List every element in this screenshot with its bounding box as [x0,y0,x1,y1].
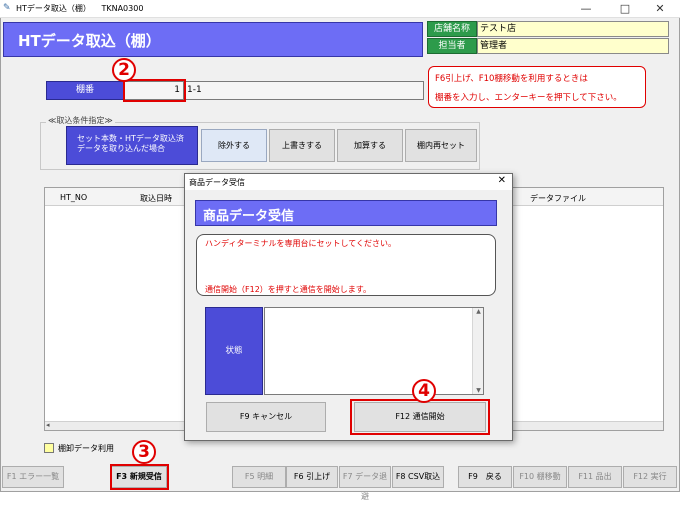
annotation-circle-2: 2 [112,58,136,82]
status-scrollbar[interactable]: ▲ ▼ [472,308,483,394]
title-bar: ✎ HTデータ取込（棚） TKNA0300 — □ ✕ [0,0,680,18]
exclude-button[interactable]: 除外する [201,129,267,162]
annotation-circle-3: 3 [132,440,156,464]
dialog-close-button[interactable]: ✕ [498,175,506,186]
f9-back-button[interactable]: F9 戻る [458,466,512,488]
staff-value: 管理者 [477,38,669,54]
screen-code: TKNA0300 [101,4,144,13]
annotation-circle-4: 4 [412,379,436,403]
annotation-box-4 [350,399,490,435]
conditions-note: セット本数・HTデータ取込済 データを取り込んだ場合 [66,126,198,165]
dialog-cancel-button[interactable]: F9 キャンセル [206,402,326,432]
dialog-heading: 商品データ受信 [195,200,497,226]
staff-label: 担当者 [427,38,477,54]
annotation-box-2 [123,79,186,102]
scroll-left-icon[interactable]: ◂ [46,421,50,430]
page-title: HTデータ取込（棚） [18,32,161,50]
conditions-note-line-2: データを取り込んだ場合 [77,144,165,153]
use-inventory-checkbox[interactable] [44,443,54,453]
page-header: HTデータ取込（棚） [3,22,423,57]
conditions-note-line-1: セット本数・HTデータ取込済 [77,134,184,143]
conditions-legend: ≪取込条件指定≫ [46,115,115,126]
f7-data-save-button[interactable]: F7 データ退避 [339,466,391,501]
dialog-message-2: 通信開始（F12）を押すと通信を開始します。 [205,285,371,294]
notice-box: F6引上げ、F10棚移動を利用するときは 棚番を入力し、エンターキーを押下して下… [428,66,646,108]
annotation-box-3 [110,464,169,490]
shelf-name-field: 1-1 [184,81,424,100]
window-title: HTデータ取込（棚） TKNA0300 [16,3,143,14]
f12-execute-button[interactable]: F12 実行 [623,466,677,488]
notice-line-2: 棚番を入力し、エンターキーを押下して下さい。 [435,93,622,103]
store-value: テスト店 [477,21,669,37]
col-ht-no[interactable]: HT_NO [60,193,87,202]
dialog-message-1: ハンディターミナルを専用台にセットしてください。 [205,239,396,248]
add-button[interactable]: 加算する [337,129,403,162]
f1-error-list-button[interactable]: F1 エラー一覧 [2,466,64,488]
f10-shelf-move-button[interactable]: F10 棚移動 [513,466,567,488]
shelf-label: 棚番 [46,81,124,100]
scroll-down-icon[interactable]: ▼ [473,387,484,394]
col-import-datetime[interactable]: 取込日時 [140,193,172,204]
minimize-button[interactable]: — [566,0,606,18]
close-window-button[interactable]: ✕ [640,0,680,18]
f11-display-button[interactable]: F11 品出 [568,466,622,488]
dialog-title-bar: 商品データ受信 ✕ [185,174,512,190]
col-data-file[interactable]: データファイル [530,193,586,204]
f6-pull-up-button[interactable]: F6 引上げ [286,466,338,488]
status-label: 状態 [205,307,263,395]
maximize-button[interactable]: □ [605,0,645,18]
dialog-message-box: ハンディターミナルを専用台にセットしてください。 通信開始（F12）を押すと通信… [196,234,496,296]
status-textarea[interactable] [264,307,484,395]
f8-csv-import-button[interactable]: F8 CSV取込 [392,466,444,488]
f5-detail-button[interactable]: F5 明細 [232,466,286,488]
dialog-title: 商品データ受信 [189,178,245,187]
use-inventory-label: 棚卸データ利用 [58,444,114,453]
scroll-up-icon[interactable]: ▲ [473,308,484,315]
dialog-heading-text: 商品データ受信 [203,209,295,224]
shelf-reset-button[interactable]: 棚内再セット [405,129,477,162]
overwrite-button[interactable]: 上書きする [269,129,335,162]
notice-line-1: F6引上げ、F10棚移動を利用するときは [435,74,588,84]
store-label: 店舗名称 [427,21,477,37]
app-icon: ✎ [3,3,11,13]
window-title-text: HTデータ取込（棚） [16,4,91,13]
